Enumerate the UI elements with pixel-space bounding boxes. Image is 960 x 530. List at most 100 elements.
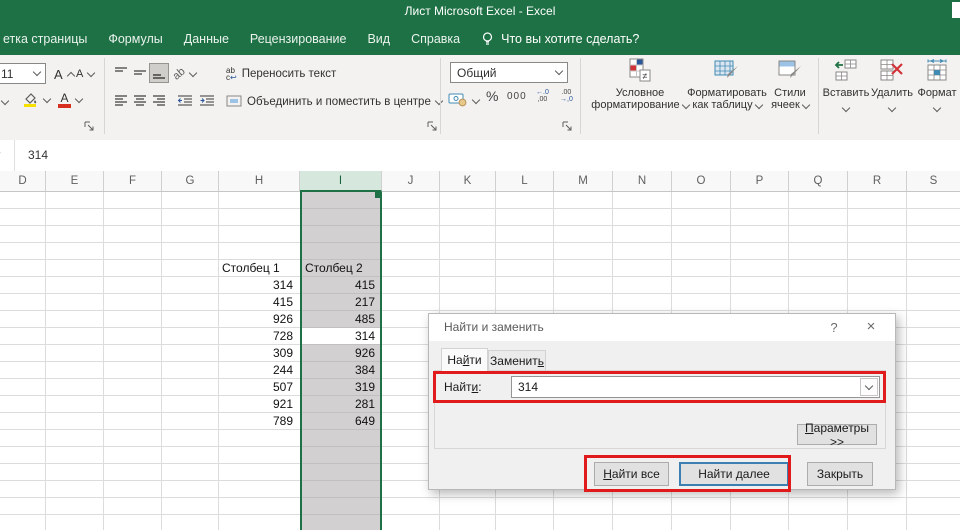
column-header[interactable]: E [46, 171, 104, 191]
tell-me-box[interactable]: Что вы хотите сделать? [481, 31, 639, 47]
cell[interactable]: 319 [302, 379, 379, 396]
tab-formulas[interactable]: Формулы [108, 32, 162, 46]
tab-page-layout[interactable]: етка страницы [3, 32, 87, 46]
column-header[interactable]: G [162, 171, 219, 191]
grow-font-button[interactable]: А [54, 63, 74, 85]
borders-button-partial[interactable] [2, 95, 8, 107]
alignment-dialog-launcher-icon[interactable] [427, 121, 438, 132]
shrink-font-button[interactable]: А [76, 63, 94, 85]
delete-cells-button[interactable]: Удалить [869, 58, 915, 114]
align-left-button[interactable] [111, 91, 131, 111]
conditional-formatting-button[interactable]: ≠ Условное форматирование [590, 58, 690, 111]
cell[interactable]: 309 [219, 345, 297, 362]
cell[interactable]: 921 [219, 396, 297, 413]
chevron-down-icon [472, 95, 480, 103]
paint-bucket-icon [22, 91, 39, 110]
column-header[interactable]: J [382, 171, 440, 191]
cell[interactable]: 507 [219, 379, 297, 396]
cell[interactable]: 728 [219, 328, 297, 345]
decrease-decimal-button[interactable]: .00→,0 [560, 89, 573, 103]
tab-view[interactable]: Вид [367, 32, 390, 46]
ribbon-tab-bar: етка страницы Формулы Данные Рецензирова… [0, 22, 960, 55]
column-header[interactable]: O [672, 171, 731, 191]
column-header[interactable]: H [219, 171, 300, 191]
font-size-combo[interactable]: 11 [0, 63, 46, 84]
cell-styles-icon [777, 58, 803, 84]
cell[interactable]: 485 [302, 311, 379, 328]
column-header[interactable]: N [613, 171, 672, 191]
align-bottom-button[interactable] [149, 63, 169, 83]
column-header[interactable]: L [496, 171, 554, 191]
cell-col1-header[interactable]: Столбец 1 [219, 260, 297, 277]
format-cells-icon [924, 58, 950, 84]
window-control-partial[interactable] [952, 2, 960, 18]
tab-data[interactable]: Данные [184, 32, 229, 46]
help-icon[interactable]: ? [824, 314, 844, 341]
formula-bar-value: 314 [28, 140, 48, 171]
tab-help[interactable]: Справка [411, 32, 460, 46]
cell[interactable]: 415 [302, 277, 379, 294]
cell[interactable]: 415 [219, 294, 297, 311]
merge-center-button[interactable]: Объединить и поместить в центре [226, 91, 442, 113]
chevron-down-icon [802, 101, 810, 109]
wrap-text-button[interactable]: abc↩ Переносить текст [226, 63, 336, 85]
grid-line [45, 192, 46, 530]
increase-indent-button[interactable] [197, 91, 217, 111]
cell-styles-button[interactable]: Стили ячеек [762, 58, 818, 111]
options-button[interactable]: Параметры >> [797, 424, 877, 445]
orientation-button[interactable]: ab [173, 63, 196, 85]
font-color-button[interactable]: А [58, 89, 82, 111]
cell[interactable]: 926 [219, 311, 297, 328]
column-header[interactable]: Q [789, 171, 848, 191]
fill-color-button[interactable] [22, 89, 50, 111]
formula-bar[interactable]: fx 314 [0, 140, 960, 172]
chevron-down-icon [555, 67, 563, 75]
column-header[interactable]: M [554, 171, 613, 191]
column-header[interactable]: K [440, 171, 496, 191]
selection-handle[interactable] [375, 192, 381, 198]
accounting-format-button[interactable] [448, 90, 479, 112]
number-format-combo[interactable]: Общий [450, 62, 568, 83]
align-middle-button[interactable] [130, 63, 150, 83]
cell[interactable]: 384 [302, 362, 379, 379]
format-cells-button[interactable]: Формат [914, 58, 960, 114]
close-button[interactable]: Закрыть [807, 462, 873, 486]
cell[interactable]: 217 [302, 294, 379, 311]
align-center-button[interactable] [130, 91, 150, 111]
cell[interactable]: 649 [302, 413, 379, 430]
tab-review[interactable]: Рецензирование [250, 32, 347, 46]
grid-line [161, 192, 162, 530]
decrease-indent-button[interactable] [175, 91, 195, 111]
close-icon[interactable]: × [859, 314, 883, 340]
cell[interactable]: 314 [219, 277, 297, 294]
chevron-down-icon [933, 104, 941, 112]
number-dialog-launcher-icon[interactable] [562, 121, 573, 132]
font-dialog-launcher-icon[interactable] [84, 121, 95, 132]
tab-replace[interactable]: Заменить [488, 350, 546, 371]
cell-found[interactable]: 314 [302, 328, 379, 345]
percent-style-button[interactable]: % [486, 88, 498, 104]
column-header[interactable]: R [848, 171, 907, 191]
cell[interactable]: 926 [302, 345, 379, 362]
cell-col2-header[interactable]: Столбец 2 [303, 260, 379, 277]
cell[interactable]: 789 [219, 413, 297, 430]
increase-decimal-button[interactable]: ←.0,00 [536, 89, 549, 103]
column-header[interactable]: F [104, 171, 162, 191]
column-header[interactable]: D [0, 171, 46, 191]
highlight-box-action-buttons [584, 455, 791, 492]
chevron-up-icon [66, 71, 74, 79]
align-top-button[interactable] [111, 63, 131, 83]
comma-style-button[interactable]: 000 [507, 91, 527, 102]
banknote-icon [448, 92, 468, 110]
cell[interactable]: 244 [219, 362, 297, 379]
number-format-value: Общий [451, 66, 551, 80]
column-header[interactable]: S [907, 171, 960, 191]
group-divider [104, 58, 105, 134]
cell[interactable]: 281 [302, 396, 379, 413]
tab-find[interactable]: Найти [441, 348, 488, 371]
insert-cells-button[interactable]: Вставить [820, 58, 872, 114]
column-header-selected[interactable]: I [300, 171, 382, 192]
font-size-value: 11 [0, 67, 29, 81]
column-header[interactable]: P [731, 171, 789, 191]
align-right-button[interactable] [149, 91, 169, 111]
